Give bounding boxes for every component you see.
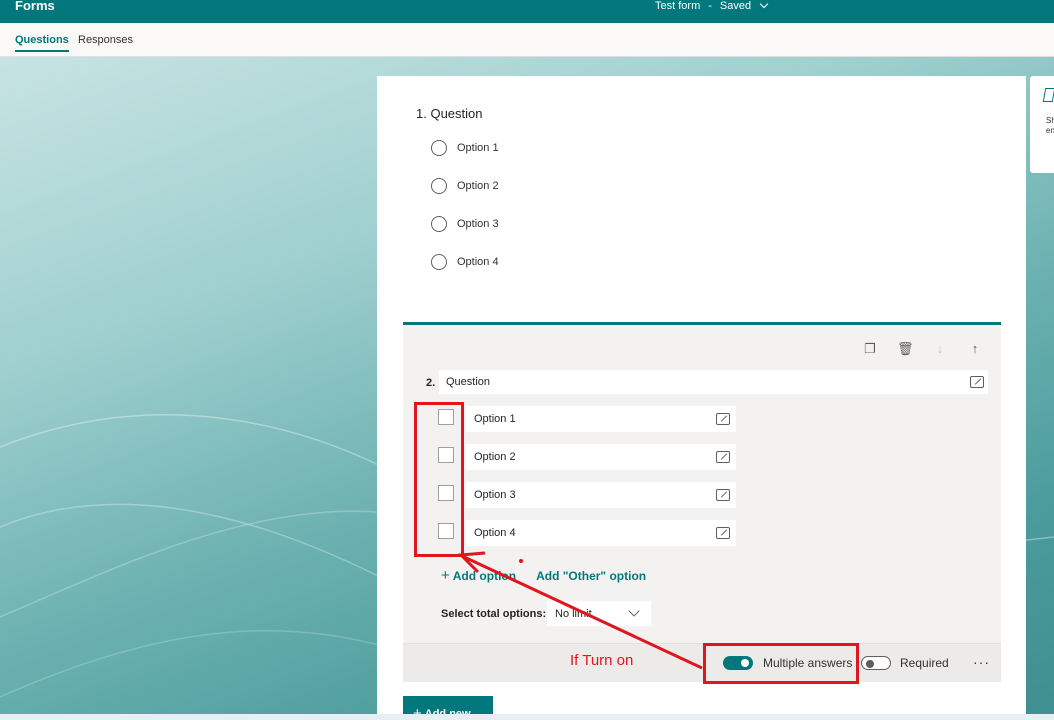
option-input[interactable]: Option 1 xyxy=(466,406,736,432)
delete-icon[interactable]: 🗑 xyxy=(897,341,914,357)
form-card: 1. Question Option 1 Option 2 Option 3 O… xyxy=(377,76,1026,720)
option-label: Option 1 xyxy=(457,142,499,154)
top-bar: Forms Test form - Saved xyxy=(0,0,1054,23)
select-total-value: No limit xyxy=(555,608,592,620)
copy-icon[interactable]: ❐ xyxy=(862,341,878,357)
question-1-option[interactable]: Option 2 xyxy=(431,178,499,194)
option-label: Option 2 xyxy=(474,451,516,463)
radio-button[interactable] xyxy=(431,254,447,270)
select-total-dropdown[interactable]: No limit xyxy=(547,601,651,626)
chevron-down-icon[interactable] xyxy=(759,0,769,9)
question-2-title: Question xyxy=(446,376,491,388)
side-panel-card[interactable]: Sh en xyxy=(1030,76,1054,173)
radio-button[interactable] xyxy=(431,178,447,194)
annotation-text: If Turn on xyxy=(570,652,634,669)
app-title[interactable]: Forms xyxy=(15,0,55,12)
annotation-checkbox-highlight xyxy=(414,402,464,557)
insert-media-icon[interactable] xyxy=(716,413,730,425)
option-input[interactable]: Option 2 xyxy=(466,444,736,470)
question-2-option: Option 1 xyxy=(438,406,738,432)
move-down-icon[interactable]: ↓ xyxy=(932,341,948,357)
insert-media-icon[interactable] xyxy=(716,451,730,463)
insert-media-icon[interactable] xyxy=(716,489,730,501)
annotation-toggle-highlight xyxy=(703,643,859,684)
option-label: Option 4 xyxy=(457,256,499,268)
question-1-title[interactable]: 1. Question xyxy=(416,106,483,121)
option-input[interactable]: Option 4 xyxy=(466,520,736,546)
tab-questions[interactable]: Questions xyxy=(15,34,69,52)
required-label: Required xyxy=(900,656,949,670)
side-panel-text-1: Sh xyxy=(1046,116,1054,125)
required-toggle[interactable] xyxy=(861,656,891,670)
option-label: Option 4 xyxy=(474,527,516,539)
plus-icon: + xyxy=(441,567,450,584)
tab-bar: Questions Responses xyxy=(0,23,1054,57)
question-footer: Multiple answers Required ··· xyxy=(403,643,1001,682)
option-label: Option 3 xyxy=(457,218,499,230)
option-label: Option 1 xyxy=(474,413,516,425)
lightbulb-icon xyxy=(1042,88,1054,102)
radio-button[interactable] xyxy=(431,216,447,232)
move-up-icon[interactable]: ↑ xyxy=(967,341,983,357)
question-2-option: Option 3 xyxy=(438,482,738,508)
chevron-down-icon xyxy=(628,605,640,617)
option-label: Option 2 xyxy=(457,180,499,192)
add-other-option-button[interactable]: Add "Other" option xyxy=(536,569,646,583)
more-options-icon[interactable]: ··· xyxy=(973,654,990,670)
question-1-option[interactable]: Option 4 xyxy=(431,254,499,270)
option-input[interactable]: Option 3 xyxy=(466,482,736,508)
bottom-strip xyxy=(0,714,1054,720)
question-2-option: Option 4 xyxy=(438,520,738,546)
tab-responses[interactable]: Responses xyxy=(78,34,133,46)
insert-media-icon[interactable] xyxy=(716,527,730,539)
add-option-row: + Add option Add "Other" option xyxy=(441,567,646,584)
question-2-title-input[interactable]: Question xyxy=(439,370,988,394)
select-total-label: Select total options: xyxy=(441,608,547,620)
form-title-status[interactable]: Test form - Saved xyxy=(655,0,769,12)
option-label: Option 3 xyxy=(474,489,516,501)
question-1-option[interactable]: Option 3 xyxy=(431,216,499,232)
save-status: Saved xyxy=(719,0,752,12)
radio-button[interactable] xyxy=(431,140,447,156)
question-1-option[interactable]: Option 1 xyxy=(431,140,499,156)
question-2-option: Option 2 xyxy=(438,444,738,470)
form-separator: - xyxy=(708,0,712,12)
side-panel-text-2: en xyxy=(1046,126,1054,135)
form-name: Test form xyxy=(655,0,701,12)
insert-media-icon[interactable] xyxy=(970,376,984,388)
question-2-editor: ❐ 🗑 ↓ ↑ 2. Question Option 1 Option 2 Op… xyxy=(403,322,1001,682)
question-2-number: 2. xyxy=(426,377,436,389)
add-option-button[interactable]: + Add option xyxy=(441,567,516,584)
